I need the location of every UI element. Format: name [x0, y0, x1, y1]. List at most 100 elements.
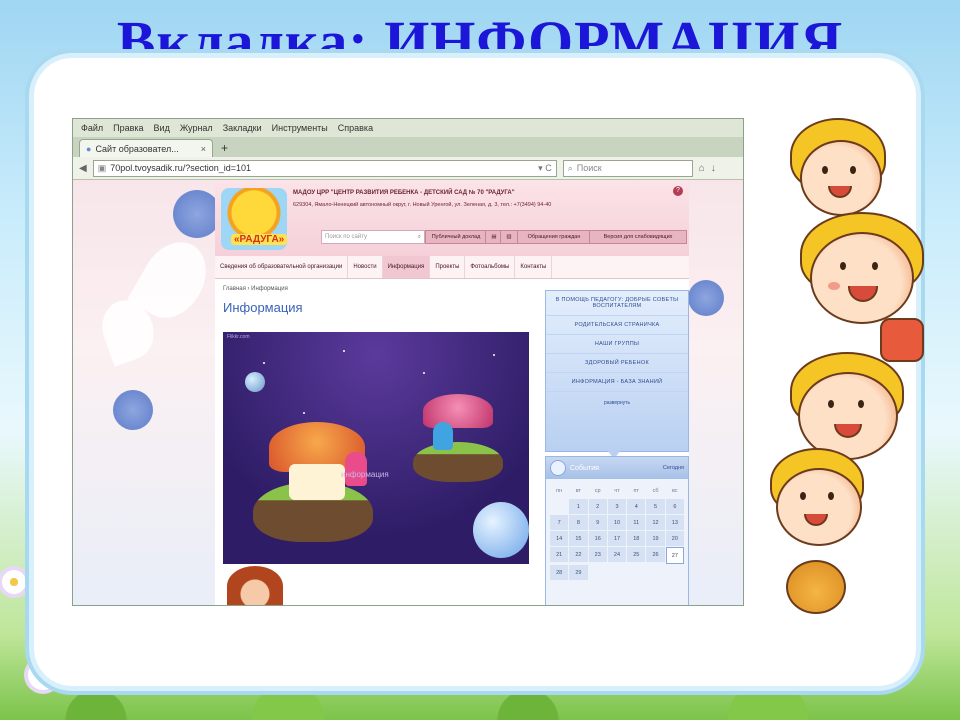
search-icon[interactable]: ⌕	[418, 234, 421, 241]
kid-eye	[872, 262, 878, 270]
accessibility-button[interactable]: Версия для слабовидящих	[589, 230, 687, 244]
site-navigation: Сведения об образовательной организации …	[215, 256, 689, 279]
weekday-label: пн	[556, 487, 563, 494]
calendar-day[interactable]: 29	[569, 565, 588, 580]
kid-shirt	[880, 318, 924, 362]
menu-tools[interactable]: Инструменты	[272, 123, 328, 133]
calendar-day[interactable]: 18	[627, 531, 646, 546]
site-logo[interactable]: «РАДУГА»	[221, 188, 288, 250]
calendar-day[interactable]: 12	[646, 515, 665, 530]
calendar-day[interactable]: 20	[665, 531, 684, 546]
today-link[interactable]: Сегодня	[663, 465, 684, 471]
back-icon[interactable]: ◀	[79, 163, 87, 174]
star-decoration	[343, 350, 345, 352]
kid-eye	[850, 166, 856, 174]
browser-navbar: ◀ ▣ 70pol.tvoysadik.ru/?section_id=101 ▾…	[73, 157, 743, 180]
weekday-label: вс	[672, 487, 678, 494]
browser-tab[interactable]: ● Сайт образовател... ×	[79, 139, 213, 157]
menu-history[interactable]: Журнал	[180, 123, 213, 133]
calendar-day[interactable]: 22	[569, 547, 588, 562]
kid-face	[800, 140, 882, 216]
dropdown-icon[interactable]: ▾ C	[538, 163, 552, 174]
calendar-day[interactable]: 27	[665, 547, 684, 564]
kid-face	[810, 232, 914, 324]
sidebar-menu: В ПОМОЩЬ ПЕДАГОГУ: ДОБРЫЕ СОВЕТЫ ВОСПИТА…	[545, 290, 689, 459]
sidebar-item-healthy-child[interactable]: ЗДОРОВЫЙ РЕБЕНОК	[546, 354, 688, 373]
calendar-day[interactable]: 13	[665, 515, 684, 530]
calendar-day[interactable]: 1	[569, 499, 588, 514]
girl-illustration	[227, 566, 283, 605]
calendar-day[interactable]: 14	[550, 531, 569, 546]
close-icon[interactable]: ×	[201, 144, 206, 154]
menu-file[interactable]: Файл	[81, 123, 103, 133]
calendar-empty-cell	[666, 565, 684, 580]
nav-item-about[interactable]: Сведения об образовательной организации	[215, 256, 349, 278]
expand-button[interactable]: развернуть	[587, 400, 647, 406]
tab-title: Сайт образовател...	[95, 143, 179, 154]
menu-view[interactable]: Вид	[154, 123, 170, 133]
help-icon[interactable]: ?	[673, 186, 683, 196]
calendar-day[interactable]: 9	[588, 515, 607, 530]
nav-item-news[interactable]: Новости	[348, 256, 383, 278]
menu-bookmarks[interactable]: Закладки	[223, 123, 262, 133]
calendar-day[interactable]: 26	[646, 547, 665, 562]
calendar-day[interactable]: 5	[646, 499, 665, 514]
sidebar-item-teacher-help[interactable]: В ПОМОЩЬ ПЕДАГОГУ: ДОБРЫЕ СОВЕТЫ ВОСПИТА…	[546, 291, 688, 316]
hero-illustration: Flikkr.com информация	[223, 332, 529, 564]
weekday-label: чт	[614, 487, 620, 494]
calendar-day[interactable]: 11	[627, 515, 646, 530]
calendar-day[interactable]: 6	[665, 499, 684, 514]
kid-eye	[828, 400, 834, 408]
calendar-day[interactable]: 3	[607, 499, 627, 514]
home-icon[interactable]: ⌂	[699, 163, 705, 174]
events-header: События Сегодня	[546, 457, 688, 479]
calendar-day[interactable]: 17	[607, 531, 627, 546]
browser-viewport: «РАДУГА» МАДОУ ЦРР "ЦЕНТР РАЗВИТИЯ РЕБЕН…	[73, 180, 743, 605]
print-icon[interactable]: ▥	[500, 230, 518, 244]
search-icon: ⌕	[567, 162, 573, 173]
sidebar-item-knowledge-base[interactable]: ИНФОРМАЦИЯ - БАЗА ЗНАНИЙ	[546, 373, 688, 392]
calendar-day[interactable]: 25	[627, 547, 646, 562]
calendar-day[interactable]: 2	[588, 499, 607, 514]
sidebar-item-groups[interactable]: НАШИ ГРУППЫ	[546, 335, 688, 354]
calendar-day[interactable]: 23	[588, 547, 607, 562]
calendar-day[interactable]: 8	[569, 515, 588, 530]
star-decoration	[303, 412, 305, 414]
site-header: «РАДУГА» МАДОУ ЦРР "ЦЕНТР РАЗВИТИЯ РЕБЕН…	[215, 182, 689, 256]
calendar-day[interactable]: 4	[627, 499, 646, 514]
kid-eye	[800, 492, 806, 500]
nav-item-contacts[interactable]: Контакты	[515, 256, 553, 278]
sidebar-item-parents[interactable]: РОДИТЕЛЬСКАЯ СТРАНИЧКА	[546, 316, 688, 335]
new-tab-button[interactable]: +	[213, 141, 236, 157]
calendar-day[interactable]: 7	[550, 515, 569, 530]
menu-help[interactable]: Справка	[338, 123, 373, 133]
calendar-day[interactable]: 15	[569, 531, 588, 546]
nav-item-projects[interactable]: Проекты	[430, 256, 466, 278]
download-icon[interactable]: ↓	[711, 163, 716, 174]
kid-cheek	[828, 282, 840, 290]
browser-window: Файл Правка Вид Журнал Закладки Инструме…	[72, 118, 744, 606]
calendar-day[interactable]: 24	[607, 547, 627, 562]
site-search-input[interactable]: Поиск по сайту ⌕	[321, 230, 425, 244]
calendar-day[interactable]: 21	[550, 547, 569, 562]
website: «РАДУГА» МАДОУ ЦРР "ЦЕНТР РАЗВИТИЯ РЕБЕН…	[215, 182, 689, 605]
child-figure	[345, 452, 367, 486]
weekday-label: пт	[633, 487, 640, 494]
site-search-placeholder: Поиск по сайту	[325, 234, 368, 240]
nav-item-information[interactable]: Информация	[382, 256, 431, 278]
browser-search[interactable]: ⌕ Поиск	[562, 159, 693, 177]
calendar-day[interactable]: 10	[607, 515, 627, 530]
public-report-button[interactable]: Публичный доклад	[425, 230, 487, 244]
house-wall	[289, 464, 345, 500]
kid-face	[776, 468, 862, 546]
calendar-day[interactable]: 28	[550, 565, 569, 580]
address-bar[interactable]: ▣ 70pol.tvoysadik.ru/?section_id=101 ▾ C	[92, 159, 557, 177]
planet-decoration	[245, 372, 265, 392]
appeals-button[interactable]: Обращения граждан	[517, 230, 591, 244]
calendar-day[interactable]: 16	[588, 531, 607, 546]
nav-item-photo-albums[interactable]: Фотоальбомы	[465, 256, 516, 278]
breadcrumb[interactable]: Главная › Информация	[223, 286, 288, 292]
calendar-day[interactable]: 19	[646, 531, 665, 546]
menu-edit[interactable]: Правка	[113, 123, 143, 133]
calendar-icon	[550, 460, 566, 476]
